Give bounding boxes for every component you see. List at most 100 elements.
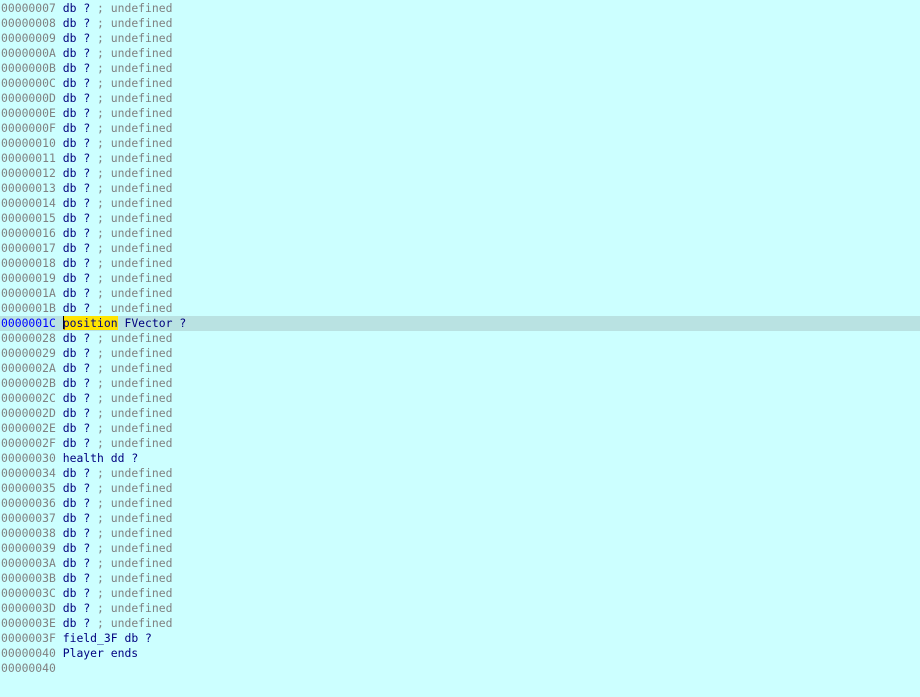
directive-db[interactable]: db [63,31,77,45]
listing-line[interactable]: 0000003A db ? ; undefined [0,556,920,571]
directive-db[interactable]: db [63,541,77,555]
listing-line[interactable]: 00000007 db ? ; undefined [0,1,920,16]
directive-db[interactable]: db [63,181,77,195]
structure-listing-view[interactable]: 00000007 db ? ; undefined 00000008 db ? ;… [0,0,920,697]
member-name[interactable]: position [62,316,118,330]
listing-line-selected[interactable]: 0000001C position FVector ? [0,316,920,331]
comment-marker: ; [97,301,104,315]
directive-db[interactable]: db [63,271,77,285]
listing-line[interactable]: 0000000F db ? ; undefined [0,121,920,136]
directive-db[interactable]: db [63,106,77,120]
listing-line[interactable]: 0000000B db ? ; undefined [0,61,920,76]
directive-db[interactable]: db [63,586,77,600]
listing-line[interactable]: 0000003B db ? ; undefined [0,571,920,586]
directive-db[interactable]: db [63,1,77,15]
directive-db[interactable]: db [63,421,77,435]
listing-line[interactable]: 0000000E db ? ; undefined [0,106,920,121]
listing-line[interactable]: 0000001A db ? ; undefined [0,286,920,301]
comment-marker: ; [97,616,104,630]
listing-line[interactable]: 00000036 db ? ; undefined [0,496,920,511]
directive-db[interactable]: db [63,166,77,180]
directive-db[interactable]: db [63,496,77,510]
listing-line[interactable]: 00000019 db ? ; undefined [0,271,920,286]
directive-db[interactable]: db [63,466,77,480]
listing-line[interactable]: 00000015 db ? ; undefined [0,211,920,226]
directive-db[interactable]: db [63,361,77,375]
listing-line[interactable]: 0000002F db ? ; undefined [0,436,920,451]
listing-line[interactable]: 00000013 db ? ; undefined [0,181,920,196]
listing-line[interactable]: 0000003F field_3F db ? [0,631,920,646]
member-name[interactable]: health [63,451,104,465]
listing-line[interactable]: 00000029 db ? ; undefined [0,346,920,361]
directive-db[interactable]: db [63,331,77,345]
listing-line[interactable]: 0000002E db ? ; undefined [0,421,920,436]
directive-db[interactable]: db [63,436,77,450]
directive-db[interactable]: db [63,16,77,30]
directive-db[interactable]: db [63,556,77,570]
directive-db[interactable]: db [63,601,77,615]
directive-db[interactable]: db [63,91,77,105]
listing-line[interactable]: 0000002D db ? ; undefined [0,406,920,421]
line-address: 0000003D [1,601,56,615]
member-type[interactable]: dd [111,451,125,465]
listing-line[interactable]: 00000030 health dd ? [0,451,920,466]
directive-db[interactable]: db [63,241,77,255]
listing-line[interactable]: 00000016 db ? ; undefined [0,226,920,241]
directive-db[interactable]: db [63,376,77,390]
directive-db[interactable]: db [63,211,77,225]
directive-db[interactable]: db [63,481,77,495]
listing-line[interactable]: 00000028 db ? ; undefined [0,331,920,346]
listing-line[interactable]: 00000040 Player ends [0,646,920,661]
listing-line[interactable]: 00000018 db ? ; undefined [0,256,920,271]
listing-line[interactable]: 0000000A db ? ; undefined [0,46,920,61]
listing-line[interactable]: 0000001B db ? ; undefined [0,301,920,316]
directive-db[interactable]: db [63,61,77,75]
listing-line[interactable]: 0000003C db ? ; undefined [0,586,920,601]
listing-line[interactable]: 0000003D db ? ; undefined [0,601,920,616]
directive-db[interactable]: db [63,76,77,90]
directive-db[interactable]: db [63,151,77,165]
comment-text: undefined [110,1,173,15]
directive-db[interactable]: db [63,391,77,405]
listing-line[interactable]: 00000034 db ? ; undefined [0,466,920,481]
listing-line[interactable]: 00000017 db ? ; undefined [0,241,920,256]
listing-line[interactable]: 0000002A db ? ; undefined [0,361,920,376]
member-type[interactable]: db [124,631,138,645]
directive-db[interactable]: db [63,571,77,585]
directive-db[interactable]: db [63,286,77,300]
listing-line[interactable]: 0000000C db ? ; undefined [0,76,920,91]
member-type[interactable]: FVector [124,316,172,330]
listing-line[interactable]: 00000010 db ? ; undefined [0,136,920,151]
listing-line[interactable]: 00000040 [0,661,920,676]
value-unknown: ? [83,511,91,525]
directive-db[interactable]: db [63,346,77,360]
listing-line[interactable]: 0000000D db ? ; undefined [0,91,920,106]
listing-line[interactable]: 00000014 db ? ; undefined [0,196,920,211]
directive-db[interactable]: db [63,136,77,150]
directive-db[interactable]: db [63,121,77,135]
directive-db[interactable]: db [63,616,77,630]
listing-line[interactable]: 00000038 db ? ; undefined [0,526,920,541]
member-name[interactable]: field_3F [63,631,118,645]
directive-db[interactable]: db [63,226,77,240]
directive-db[interactable]: db [63,406,77,420]
comment-marker: ; [97,541,104,555]
struct-end-marker[interactable]: Player ends [63,646,138,660]
directive-db[interactable]: db [63,301,77,315]
directive-db[interactable]: db [63,526,77,540]
listing-line[interactable]: 00000008 db ? ; undefined [0,16,920,31]
directive-db[interactable]: db [63,511,77,525]
listing-line[interactable]: 00000011 db ? ; undefined [0,151,920,166]
directive-db[interactable]: db [63,46,77,60]
listing-line[interactable]: 00000009 db ? ; undefined [0,31,920,46]
listing-line[interactable]: 0000003E db ? ; undefined [0,616,920,631]
directive-db[interactable]: db [63,196,77,210]
listing-line[interactable]: 0000002B db ? ; undefined [0,376,920,391]
listing-line[interactable]: 0000002C db ? ; undefined [0,391,920,406]
listing-line[interactable]: 00000039 db ? ; undefined [0,541,920,556]
listing-line[interactable]: 00000012 db ? ; undefined [0,166,920,181]
comment-marker: ; [97,46,104,60]
listing-line[interactable]: 00000035 db ? ; undefined [0,481,920,496]
directive-db[interactable]: db [63,256,77,270]
listing-line[interactable]: 00000037 db ? ; undefined [0,511,920,526]
